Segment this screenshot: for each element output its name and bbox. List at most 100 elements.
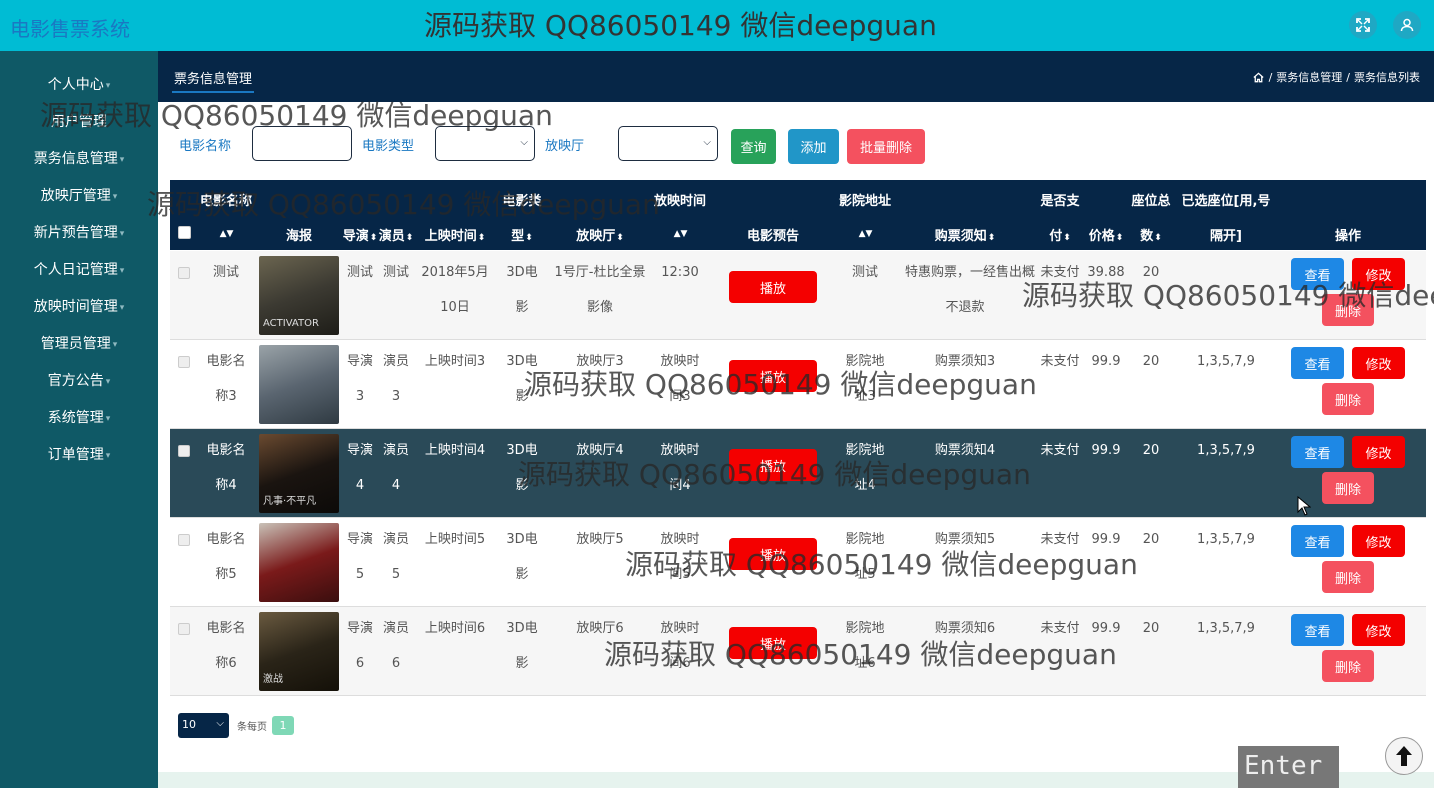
movie-name-input[interactable]	[252, 126, 352, 161]
col-chosen: 已选座位[用,号	[1181, 194, 1271, 209]
breadcrumb-item[interactable]: 票务信息管理	[1276, 69, 1342, 85]
breadcrumb-separator: /	[1346, 70, 1350, 84]
cell-addr: 影院地	[845, 532, 885, 547]
col-hall[interactable]: 放映厅⬍	[550, 225, 650, 244]
view-button[interactable]: 查看	[1291, 614, 1344, 646]
cell-seats: 20	[1142, 443, 1160, 458]
cell-hall: 影像	[586, 300, 613, 315]
edit-button[interactable]: 修改	[1352, 436, 1405, 468]
sidebar-item-diary[interactable]: 个人日记管理 ▾	[0, 252, 158, 286]
cell-seats: 20	[1142, 265, 1160, 280]
sidebar-item-users[interactable]: 用户管理	[0, 104, 158, 138]
table-row[interactable]: 电影名 称6 导演 6 演员 6 上映时间6 3D电影 放映厅6 放映时 间6 影院地 址6 购票须知6 未…	[170, 607, 1426, 696]
cell-release: 上映时间6	[424, 621, 486, 636]
cell-addr: 址3	[854, 389, 876, 404]
movie-type-select[interactable]: ⌵	[435, 126, 535, 161]
delete-button[interactable]: 删除	[1322, 472, 1374, 504]
sidebar-item-admins[interactable]: 管理员管理 ▾	[0, 326, 158, 360]
col-seats-bottom[interactable]: 数⬍	[1128, 225, 1174, 244]
col-paid-bottom[interactable]: 付⬍	[1032, 225, 1088, 244]
sort-icon: ⬍	[1154, 233, 1162, 243]
cell-type: 3D电	[506, 354, 538, 369]
home-icon[interactable]	[1252, 71, 1265, 84]
cell-chosen: 1,3,5,7,9	[1197, 532, 1255, 547]
cell-time: 间4	[669, 478, 691, 493]
cell-name: 称5	[215, 567, 237, 582]
cell-notice: 特惠购票，一经售出概	[905, 265, 1036, 280]
edit-button[interactable]: 修改	[1352, 258, 1405, 290]
chevron-down-icon: ▾	[112, 339, 118, 350]
play-trailer-button[interactable]: 播放	[729, 449, 817, 481]
edit-button[interactable]: 修改	[1352, 525, 1405, 557]
play-trailer-button[interactable]: 播放	[729, 360, 817, 392]
delete-button[interactable]: 删除	[1322, 650, 1374, 682]
cell-release: 2018年5月	[421, 265, 489, 280]
page-number-current[interactable]: 1	[272, 716, 294, 735]
watermark-header: 源码获取 QQ86050149 微信deepguan	[424, 9, 937, 42]
view-button[interactable]: 查看	[1291, 525, 1344, 557]
batch-delete-button[interactable]: 批量删除	[847, 129, 925, 164]
delete-button[interactable]: 删除	[1322, 383, 1374, 415]
col-price[interactable]: 价格⬍	[1086, 225, 1126, 244]
sidebar-item-halls[interactable]: 放映厅管理 ▾	[0, 178, 158, 212]
cell-hall: 放映厅3	[576, 354, 624, 369]
sidebar-item-tickets[interactable]: 票务信息管理 ▾	[0, 141, 158, 175]
delete-button[interactable]: 删除	[1322, 294, 1374, 326]
cell-director: 导演	[346, 443, 373, 458]
col-type-bottom[interactable]: 型⬍	[500, 225, 544, 244]
sidebar-item-notices[interactable]: 官方公告 ▾	[0, 363, 158, 397]
play-trailer-button[interactable]: 播放	[729, 538, 817, 570]
select-all-checkbox[interactable]	[178, 226, 191, 239]
table-row[interactable]: 电影名 称3 导演 3 演员 3 上映时间3 3D电影 放映厅3 放映时 间3 影院地 址3 购票须知3 未…	[170, 340, 1426, 429]
table-row[interactable]: 电影名 称4 导演 4 演员 4 上映时间4 3D电影 放映厅4 放映时 间4 影院地 址4 购票须知4 未…	[170, 429, 1426, 518]
sidebar-item-label: 用户管理	[51, 114, 107, 130]
edit-button[interactable]: 修改	[1352, 614, 1405, 646]
tab-ticket-management[interactable]: 票务信息管理	[172, 63, 255, 93]
view-button[interactable]: 查看	[1291, 258, 1344, 290]
sidebar-item-system[interactable]: 系统管理 ▾	[0, 400, 158, 434]
row-checkbox[interactable]	[178, 445, 190, 457]
table-row[interactable]: 测试 测试 测试 2018年5月 10日 3D电影 1号厅-杜比全景 影像 12:30 测试 特惠购…	[170, 251, 1426, 340]
delete-button[interactable]: 删除	[1322, 561, 1374, 593]
view-button[interactable]: 查看	[1291, 436, 1344, 468]
sidebar-item-showtimes[interactable]: 放映时间管理 ▾	[0, 289, 158, 323]
poster-title: 凡事·不平凡	[263, 496, 317, 507]
view-button[interactable]: 查看	[1291, 347, 1344, 379]
sort-icon: ⬍	[525, 233, 533, 243]
col-address: 影院地址	[838, 194, 891, 209]
sort-icon: ⬍	[477, 233, 486, 243]
sort-icon[interactable]: ▲▼	[650, 225, 710, 240]
play-trailer-button[interactable]: 播放	[729, 627, 817, 659]
col-director[interactable]: 导演⬍	[342, 225, 378, 244]
sidebar-item-orders[interactable]: 订单管理 ▾	[0, 437, 158, 471]
col-release[interactable]: 上映时间⬍	[415, 225, 495, 244]
sort-icon[interactable]: ▲▼	[825, 225, 905, 240]
sidebar-item-trailers[interactable]: 新片预告管理 ▾	[0, 215, 158, 249]
sort-icon[interactable]: ▲▼	[200, 225, 252, 240]
add-button[interactable]: 添加	[788, 129, 839, 164]
col-actor[interactable]: 演员⬍	[378, 225, 414, 244]
row-checkbox[interactable]	[178, 623, 190, 635]
col-chosen-bottom: 隔开]	[1210, 229, 1242, 244]
col-name: 电影名称	[200, 194, 253, 209]
sidebar-item-profile[interactable]: 个人中心 ▾	[0, 67, 158, 101]
cell-type: 影	[515, 567, 529, 582]
cell-actor: 演员	[382, 354, 409, 369]
query-button[interactable]: 查询	[731, 129, 776, 164]
row-checkbox[interactable]	[178, 267, 190, 279]
cell-director: 导演	[346, 354, 373, 369]
row-checkbox[interactable]	[178, 356, 190, 368]
col-notice[interactable]: 购票须知⬍	[905, 225, 1025, 244]
fullscreen-icon[interactable]	[1349, 11, 1377, 39]
user-icon[interactable]	[1393, 11, 1421, 39]
chevron-down-icon: ▾	[119, 154, 125, 165]
back-to-top-button[interactable]	[1385, 737, 1423, 775]
table-row[interactable]: 电影名 称5 导演 5 演员 5 上映时间5 3D电影 放映厅5 放映时 间5 影院地 址5 购票须知5 未…	[170, 518, 1426, 607]
page-size-select[interactable]: 10 ⌵	[178, 713, 229, 738]
cell-paid: 未支付	[1040, 265, 1080, 280]
edit-button[interactable]: 修改	[1352, 347, 1405, 379]
row-checkbox[interactable]	[178, 534, 190, 546]
play-trailer-button[interactable]: 播放	[729, 271, 817, 303]
arrow-up-icon	[1396, 746, 1412, 766]
hall-select[interactable]: ⌵	[618, 126, 718, 161]
